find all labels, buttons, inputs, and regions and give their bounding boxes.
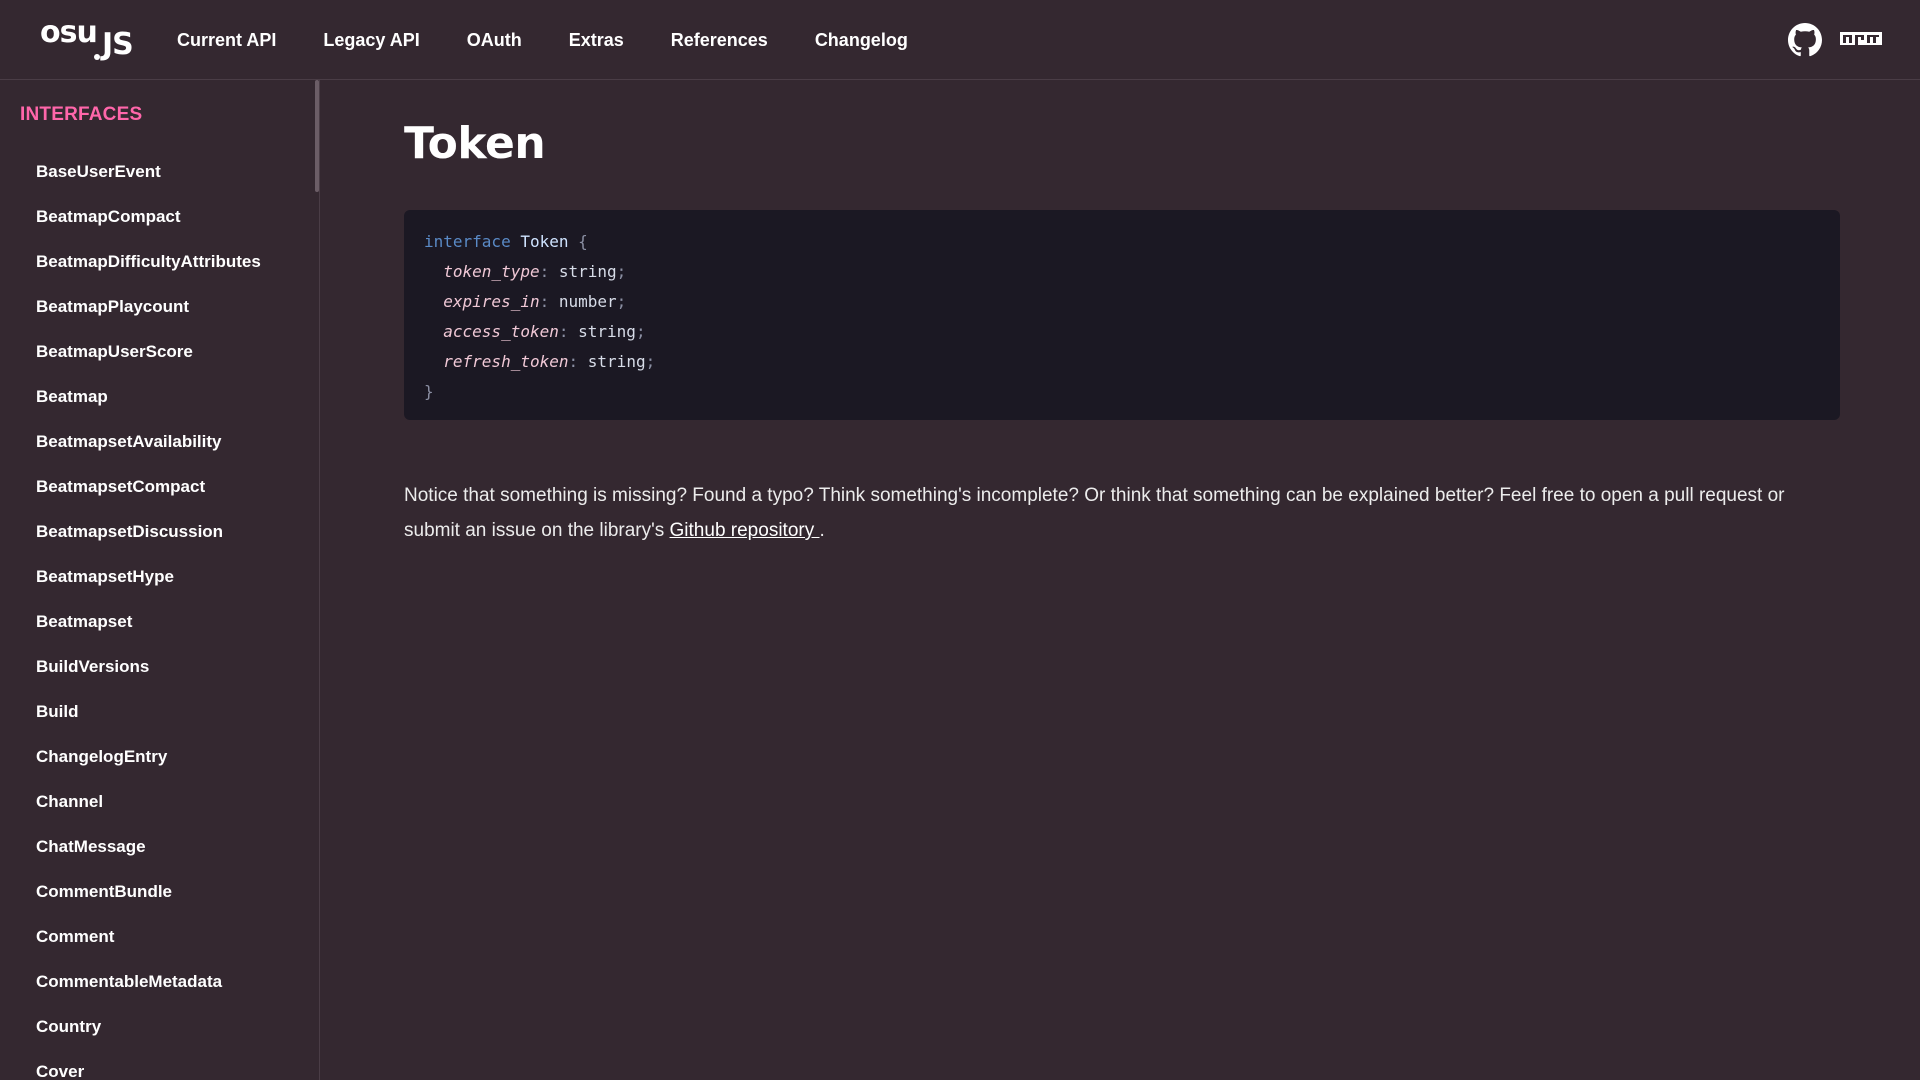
- logo-text-osu: osu: [40, 15, 98, 50]
- sidebar-scrollbar[interactable]: [315, 80, 319, 192]
- sidebar-item-beatmapset[interactable]: Beatmapset: [36, 608, 261, 653]
- osujs-logo[interactable]: osu JS: [40, 14, 140, 62]
- github-repository-link[interactable]: Github repository: [670, 520, 820, 541]
- notice-end: .: [819, 520, 825, 541]
- sidebar-item-beatmapsetcompact[interactable]: BeatmapsetCompact: [36, 473, 261, 518]
- sidebar-item-commentablemetadata[interactable]: CommentableMetadata: [36, 968, 261, 1013]
- sidebar-item-comment[interactable]: Comment: [36, 923, 261, 968]
- logo-text-js: JS: [102, 27, 134, 62]
- sidebar-item-beatmapdifficultyattributes[interactable]: BeatmapDifficultyAttributes: [36, 248, 261, 293]
- code-line-field: access_token: string;: [443, 322, 646, 341]
- page-title: Token: [404, 118, 546, 169]
- sidebar-item-beatmapsetavailability[interactable]: BeatmapsetAvailability: [36, 428, 261, 473]
- sidebar-item-beatmapplaycount[interactable]: BeatmapPlaycount: [36, 293, 261, 338]
- code-field-type: string: [587, 352, 646, 371]
- sidebar-item-beatmapuserscore[interactable]: BeatmapUserScore: [36, 338, 261, 383]
- code-field-type: string: [578, 322, 636, 341]
- sidebar-item-cover[interactable]: Cover: [36, 1058, 261, 1080]
- sidebar-item-changelogentry[interactable]: ChangelogEntry: [36, 743, 261, 788]
- sidebar-item-chatmessage[interactable]: ChatMessage: [36, 833, 261, 878]
- sidebar-heading: INTERFACES: [20, 104, 143, 125]
- sidebar-item-beatmapcompact[interactable]: BeatmapCompact: [36, 203, 261, 248]
- sidebar-item-beatmap[interactable]: Beatmap: [36, 383, 261, 428]
- main-nav: Current API Legacy API OAuth Extras Refe…: [177, 0, 955, 80]
- code-type-name: Token: [520, 232, 569, 251]
- sidebar-item-country[interactable]: Country: [36, 1013, 261, 1058]
- sidebar-item-channel[interactable]: Channel: [36, 788, 261, 833]
- code-block: interface Token { token_type: string; ex…: [404, 210, 1840, 420]
- code-field-name: token_type: [443, 262, 540, 281]
- nav-references[interactable]: References: [671, 30, 768, 51]
- code-line-declaration: interface Token {: [424, 227, 1820, 257]
- logo-dot: [94, 54, 100, 60]
- sidebar-item-buildversions[interactable]: BuildVersions: [36, 653, 261, 698]
- code-line-field: refresh_token: string;: [443, 352, 656, 371]
- sidebar-item-beatmapsethype[interactable]: BeatmapsetHype: [36, 563, 261, 608]
- code-field-name: refresh_token: [443, 352, 569, 371]
- nav-oauth[interactable]: OAuth: [467, 30, 522, 51]
- notice-text: Notice that something is missing? Found …: [404, 485, 1785, 541]
- code-field-type: string: [558, 262, 617, 281]
- code-keyword: interface: [424, 232, 511, 251]
- nav-changelog[interactable]: Changelog: [815, 30, 908, 51]
- nav-current-api[interactable]: Current API: [177, 30, 276, 51]
- sidebar-item-commentbundle[interactable]: CommentBundle: [36, 878, 261, 923]
- sidebar-item-baseuserevent[interactable]: BaseUserEvent: [36, 158, 261, 203]
- npm-icon[interactable]: [1840, 32, 1882, 48]
- code-open-brace: {: [578, 232, 588, 251]
- code-close-brace: }: [424, 382, 434, 401]
- top-navbar: osu JS Current API Legacy API OAuth Extr…: [0, 0, 1920, 80]
- sidebar: INTERFACES BaseUserEvent BeatmapCompact …: [0, 80, 320, 1080]
- sidebar-item-build[interactable]: Build: [36, 698, 261, 743]
- contribution-notice: Notice that something is missing? Found …: [404, 478, 1840, 548]
- github-icon[interactable]: [1788, 23, 1822, 57]
- code-line-close: }: [424, 377, 1820, 407]
- nav-legacy-api[interactable]: Legacy API: [323, 30, 419, 51]
- code-line-field: expires_in: number;: [443, 292, 627, 311]
- sidebar-list: BaseUserEvent BeatmapCompact BeatmapDiff…: [36, 158, 261, 1080]
- nav-extras[interactable]: Extras: [569, 30, 624, 51]
- code-field-name: expires_in: [443, 292, 540, 311]
- code-field-type: number: [558, 292, 617, 311]
- sidebar-item-beatmapsetdiscussion[interactable]: BeatmapsetDiscussion: [36, 518, 261, 563]
- code-field-name: access_token: [443, 322, 559, 341]
- nav-icons: [1788, 0, 1882, 80]
- code-line-field: token_type: string;: [443, 262, 627, 281]
